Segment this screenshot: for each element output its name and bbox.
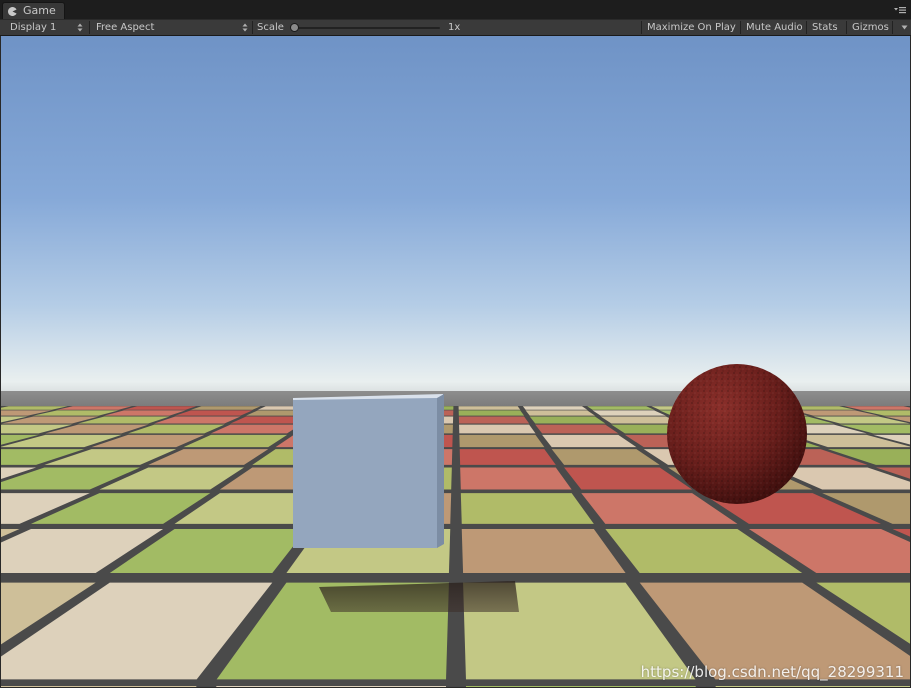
terrain-tile xyxy=(460,467,572,490)
dropdown-arrows-icon xyxy=(77,23,83,32)
sky-background xyxy=(1,36,910,396)
tab-bar: Game xyxy=(0,0,911,19)
game-viewport[interactable]: https://blog.csdn.net/qq_28299311 xyxy=(1,36,910,687)
gizmos-label: Gizmos xyxy=(852,22,889,33)
watermark-text: https://blog.csdn.net/qq_28299311 xyxy=(640,663,904,681)
scene-render xyxy=(1,36,910,687)
aspect-dropdown-label: Free Aspect xyxy=(96,22,155,33)
terrain-tile xyxy=(522,406,588,410)
game-tab-label: Game xyxy=(23,4,56,17)
terrain-tile xyxy=(460,493,594,524)
scale-slider-thumb[interactable] xyxy=(290,23,299,32)
terrain-tile xyxy=(592,410,666,416)
mute-audio-button[interactable]: Mute Audio xyxy=(740,20,806,35)
scale-value: 1x xyxy=(448,22,461,33)
terrain-tile xyxy=(216,686,447,687)
mute-audio-label: Mute Audio xyxy=(746,22,803,33)
maximize-on-play-button[interactable]: Maximize On Play xyxy=(641,20,740,35)
terrain-tile xyxy=(190,406,261,410)
terrain-tile xyxy=(458,406,521,410)
display-dropdown-label: Display 1 xyxy=(10,22,57,33)
terrain-tile xyxy=(1,686,197,687)
cube-side-face xyxy=(437,394,444,548)
terrain-tile xyxy=(459,449,556,465)
stats-button[interactable]: Stats xyxy=(806,20,846,35)
terrain-tile xyxy=(459,424,536,434)
pacman-game-icon xyxy=(8,7,17,16)
terrain-tile xyxy=(529,416,606,424)
gizmos-dropdown-arrow-icon[interactable] xyxy=(901,25,908,30)
game-toolbar: Display 1 Free Aspect Scale 1x Maximize … xyxy=(0,19,911,36)
terrain-tile xyxy=(715,686,910,687)
dropdown-arrows-icon xyxy=(242,23,248,32)
scale-slider-track[interactable] xyxy=(292,27,440,29)
stats-label: Stats xyxy=(812,22,838,33)
cube-front-face xyxy=(293,398,437,548)
terrain-tile xyxy=(458,410,525,416)
sphere-object xyxy=(667,364,807,504)
tab-menu-icon[interactable] xyxy=(893,4,907,16)
terrain-tile xyxy=(458,416,530,424)
terrain-tile xyxy=(459,434,545,448)
scale-label: Scale xyxy=(257,22,284,33)
display-dropdown[interactable]: Display 1 xyxy=(4,20,88,35)
game-tab[interactable]: Game xyxy=(2,2,65,19)
terrain-tile xyxy=(525,410,595,416)
cube-object xyxy=(293,394,444,548)
aspect-dropdown[interactable]: Free Aspect xyxy=(90,20,252,35)
terrain-tile xyxy=(587,406,655,410)
game-window: Game Display 1 Free Aspect Scale 1x Maxi… xyxy=(0,0,911,688)
terrain-tile xyxy=(465,686,696,687)
toolbar-divider xyxy=(892,21,893,34)
maximize-on-play-label: Maximize On Play xyxy=(647,22,736,33)
terrain-tile xyxy=(535,424,619,434)
